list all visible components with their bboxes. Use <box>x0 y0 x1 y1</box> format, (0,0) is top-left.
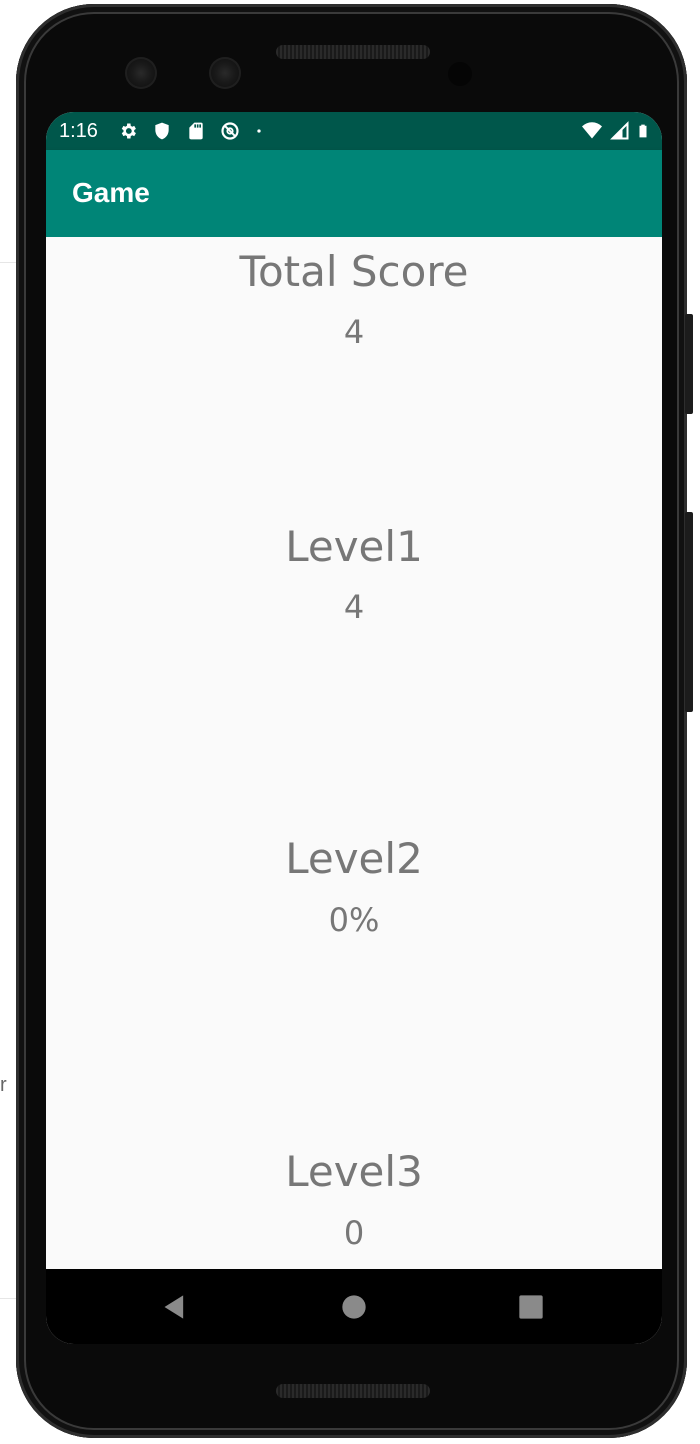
battery-icon <box>639 124 647 138</box>
front-sensor-icon <box>209 57 241 89</box>
level2-value: 0% <box>328 901 380 939</box>
total-score-value: 4 <box>343 313 365 351</box>
proximity-sensor-icon <box>448 62 472 86</box>
gear-icon <box>121 123 136 139</box>
app-bar: Game <box>46 150 662 237</box>
navigation-bar <box>46 1269 662 1344</box>
shield-icon <box>155 122 169 140</box>
total-score-label: Total Score <box>239 247 469 296</box>
device-screen: 1:16 Game Total Score 4 Level1 4 Level2 … <box>46 112 662 1344</box>
home-icon[interactable] <box>340 1293 368 1321</box>
background-text: r <box>0 1074 7 1096</box>
level1-label: Level1 <box>285 522 423 571</box>
level3-label: Level3 <box>285 1147 423 1196</box>
level1-value: 4 <box>343 588 365 626</box>
device-frame: 1:16 Game Total Score 4 Level1 4 Level2 … <box>16 4 693 1438</box>
status-time: 1:16 <box>59 120 98 142</box>
volume-rocker[interactable] <box>685 512 693 712</box>
status-icons-right <box>580 121 650 141</box>
front-camera-icon <box>125 57 157 89</box>
power-button[interactable] <box>685 314 693 414</box>
background-divider <box>0 1298 16 1299</box>
app-title: Game <box>72 177 150 208</box>
background-divider <box>0 262 16 263</box>
notification-dot-icon <box>257 129 261 133</box>
recents-icon[interactable] <box>517 1293 545 1321</box>
back-icon[interactable] <box>161 1293 189 1321</box>
level2-label: Level2 <box>285 834 423 883</box>
cell-signal-icon <box>610 121 629 140</box>
bottom-speaker <box>276 1384 430 1398</box>
level3-value: 0 <box>343 1214 365 1252</box>
wifi-icon <box>582 122 602 139</box>
status-bar: 1:16 <box>46 112 662 150</box>
status-icons-left <box>118 121 264 141</box>
emulator-viewport: r 1:16 Game Total Score 4 Level1 4 Level… <box>0 0 700 1444</box>
scores-list[interactable]: Total Score 4 Level1 4 Level2 0% Level3 … <box>46 237 662 1269</box>
no-sync-icon <box>221 122 239 140</box>
sd-card-icon <box>189 122 203 140</box>
earpiece-speaker <box>276 45 430 59</box>
